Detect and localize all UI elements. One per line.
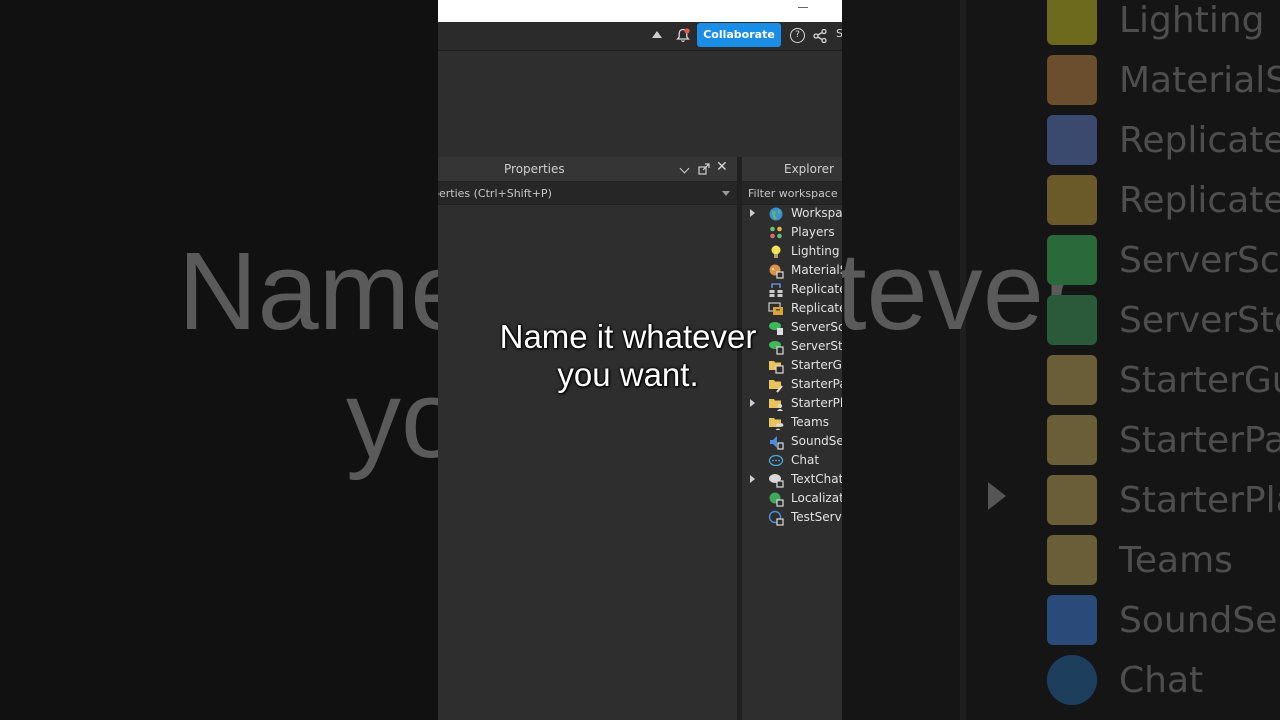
background-caption-fragment: tever xyxy=(842,230,1081,353)
lightbulb-icon xyxy=(771,245,781,258)
chat-icon xyxy=(1047,655,1097,705)
collapse-ribbon-icon[interactable] xyxy=(652,31,662,38)
undock-icon[interactable] xyxy=(698,163,710,175)
window-titlebar xyxy=(438,0,842,22)
background-left-zoom: Name yo xyxy=(0,0,438,720)
starter-player-icon xyxy=(1047,475,1097,525)
explorer-item-teams[interactable]: Teams xyxy=(742,413,842,432)
caption-line-1: Name it whatever xyxy=(499,318,757,355)
close-panel-button[interactable]: ✕ xyxy=(716,159,728,175)
sound-service-icon xyxy=(1047,595,1097,645)
properties-panel: Properties ✕ xyxy=(438,157,737,720)
explorer-item-replicatedstorage[interactable]: Replicate xyxy=(742,299,842,318)
properties-filter-input[interactable] xyxy=(438,182,737,204)
notification-bell-icon[interactable] xyxy=(676,28,690,43)
text-chat-service-icon xyxy=(769,474,784,488)
server-script-service-icon xyxy=(1047,235,1097,285)
globe-icon xyxy=(769,207,783,221)
players-icon xyxy=(770,226,782,239)
viewport-area xyxy=(438,51,842,155)
background-item: Replicate xyxy=(1047,170,1280,230)
material-service-icon xyxy=(1047,55,1097,105)
explorer-item-replicatedfirst[interactable]: Replicate xyxy=(742,280,842,299)
minimize-button[interactable] xyxy=(798,7,808,8)
explorer-filter-input[interactable] xyxy=(742,182,842,204)
explorer-filter xyxy=(742,182,842,205)
background-right-zoom: tever Lighting MaterialS Replicate Repli… xyxy=(842,0,1280,720)
explorer-item-chat[interactable]: Chat xyxy=(742,451,842,470)
background-item: StarterGu xyxy=(1047,350,1280,410)
background-expand-arrow-icon xyxy=(988,482,1006,510)
explorer-header: Explorer xyxy=(742,157,842,182)
replicated-first-icon xyxy=(1047,115,1097,165)
background-item: Replicate xyxy=(1047,110,1280,170)
dropdown-arrow-icon[interactable] xyxy=(722,191,730,196)
share-icon[interactable] xyxy=(812,28,828,44)
explorer-item-soundservice[interactable]: SoundSer xyxy=(742,432,842,451)
explorer-item-textchatservice[interactable]: TextChatS xyxy=(742,470,842,489)
explorer-item-workspace[interactable]: Workspac xyxy=(742,204,842,223)
caption-line-2: you want. xyxy=(557,356,699,393)
replicated-storage-icon xyxy=(1047,175,1097,225)
server-storage-icon xyxy=(1047,295,1097,345)
starter-pack-icon xyxy=(1047,415,1097,465)
background-divider xyxy=(960,0,966,720)
background-item: StarterPla xyxy=(1047,470,1280,530)
starter-gui-icon xyxy=(1047,355,1097,405)
chat-icon xyxy=(768,454,784,467)
background-item: Lighting xyxy=(1047,0,1265,50)
localization-service-icon xyxy=(769,492,784,507)
expand-arrow-icon[interactable] xyxy=(750,209,755,217)
material-service-icon xyxy=(769,264,784,279)
background-item: StarterPa xyxy=(1047,410,1280,470)
background-item: Teams xyxy=(1047,530,1233,590)
explorer-item-testservice[interactable]: TestServic xyxy=(742,508,842,527)
expand-arrow-icon[interactable] xyxy=(750,475,755,483)
starter-player-icon xyxy=(769,399,783,411)
help-icon[interactable]: ? xyxy=(790,28,805,43)
background-item: SoundSe xyxy=(1047,590,1277,650)
properties-header: Properties ✕ xyxy=(438,157,737,182)
explorer-item-localizationservice[interactable]: Localizati xyxy=(742,489,842,508)
properties-title: Properties xyxy=(504,162,565,176)
replicated-first-icon xyxy=(769,283,783,297)
expand-arrow-icon[interactable] xyxy=(750,399,755,407)
background-item: ServerSto xyxy=(1047,290,1280,350)
lightbulb-icon xyxy=(1047,0,1097,45)
sound-service-icon xyxy=(770,436,784,450)
collaborate-button[interactable]: Collaborate xyxy=(697,23,781,47)
background-item: Chat xyxy=(1047,650,1203,710)
video-caption: Name it whatever you want. xyxy=(438,318,818,394)
properties-filter xyxy=(438,182,737,205)
background-item: MaterialS xyxy=(1047,50,1280,110)
explorer-item-starterplayer[interactable]: StarterPla xyxy=(742,394,842,413)
test-service-icon xyxy=(768,510,784,526)
replicated-storage-icon xyxy=(768,302,783,315)
background-caption-line2: yo xyxy=(346,358,438,481)
ribbon-toolbar: Collaborate ? S xyxy=(438,22,842,51)
explorer-item-players[interactable]: Players xyxy=(742,223,842,242)
teams-icon xyxy=(769,418,784,430)
explorer-item-materialservice[interactable]: MaterialS xyxy=(742,261,842,280)
explorer-title: Explorer xyxy=(784,162,834,176)
explorer-item-lighting[interactable]: Lighting xyxy=(742,242,842,261)
teams-icon xyxy=(1047,535,1097,585)
background-caption-line1: Name xyxy=(178,230,438,353)
background-item: ServerScri xyxy=(1047,230,1280,290)
toolbar-cut-label[interactable]: S xyxy=(836,27,842,40)
chevron-down-icon[interactable] xyxy=(679,163,690,174)
explorer-panel: Explorer Workspac Players Lighting Mater… xyxy=(742,157,842,720)
